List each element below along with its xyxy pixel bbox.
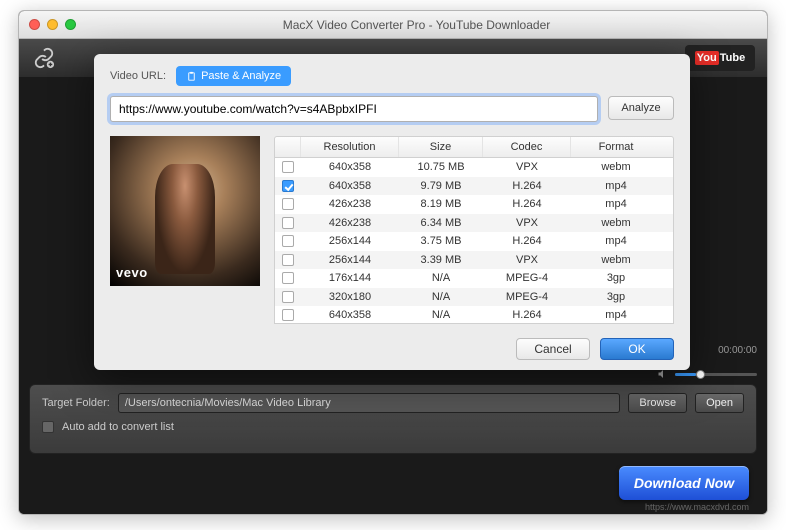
cell-format: 3gp	[571, 270, 661, 286]
add-link-icon[interactable]	[31, 45, 57, 71]
header-resolution: Resolution	[301, 137, 399, 157]
analyze-button[interactable]: Analyze	[608, 96, 674, 120]
video-thumbnail: vevo	[110, 136, 260, 286]
window-controls	[29, 19, 76, 30]
download-options-panel: Target Folder: Browse Open Auto add to c…	[29, 384, 757, 454]
format-table: Resolution Size Codec Format 640x35810.7…	[274, 136, 674, 324]
row-checkbox[interactable]	[282, 217, 294, 229]
table-row[interactable]: 426x2388.19 MBH.264mp4	[275, 195, 673, 214]
cell-format: mp4	[571, 178, 661, 194]
cell-codec: MPEG-4	[483, 270, 571, 286]
volume-slider[interactable]	[675, 373, 757, 376]
cell-size: 6.34 MB	[399, 215, 483, 231]
row-checkbox[interactable]	[282, 198, 294, 210]
youtube-logo: YouTube	[685, 45, 755, 71]
table-row[interactable]: 176x144N/AMPEG-43gp	[275, 269, 673, 288]
paste-analyze-button[interactable]: Paste & Analyze	[176, 66, 291, 86]
title-bar: MacX Video Converter Pro - YouTube Downl…	[19, 11, 767, 39]
row-checkbox[interactable]	[282, 180, 294, 192]
header-size: Size	[399, 137, 483, 157]
minimize-window-button[interactable]	[47, 19, 58, 30]
cell-resolution: 320x180	[301, 289, 399, 305]
header-format: Format	[571, 137, 661, 157]
ok-button[interactable]: OK	[600, 338, 674, 360]
row-checkbox[interactable]	[282, 254, 294, 266]
cell-size: 3.75 MB	[399, 233, 483, 249]
video-url-label: Video URL:	[110, 70, 166, 82]
auto-add-checkbox[interactable]	[42, 421, 54, 433]
cell-format: mp4	[571, 233, 661, 249]
target-folder-label: Target Folder:	[42, 397, 110, 409]
table-header: Resolution Size Codec Format	[274, 136, 674, 158]
cell-size: 8.19 MB	[399, 196, 483, 212]
open-button[interactable]: Open	[695, 393, 744, 413]
cell-size: 9.79 MB	[399, 178, 483, 194]
cell-size: 10.75 MB	[399, 159, 483, 175]
clipboard-icon	[186, 71, 197, 82]
table-row[interactable]: 426x2386.34 MBVPXwebm	[275, 214, 673, 233]
cell-resolution: 640x358	[301, 307, 399, 323]
browse-button[interactable]: Browse	[628, 393, 687, 413]
cell-format: mp4	[571, 307, 661, 323]
vevo-watermark: vevo	[116, 265, 148, 280]
cell-size: N/A	[399, 289, 483, 305]
cell-size: N/A	[399, 307, 483, 323]
row-checkbox[interactable]	[282, 235, 294, 247]
cell-size: N/A	[399, 270, 483, 286]
cell-format: 3gp	[571, 289, 661, 305]
cell-format: webm	[571, 159, 661, 175]
cell-resolution: 640x358	[301, 178, 399, 194]
table-row[interactable]: 640x3589.79 MBH.264mp4	[275, 177, 673, 196]
analyze-dialog: Video URL: Paste & Analyze Analyze vevo …	[94, 54, 690, 370]
table-row[interactable]: 256x1443.75 MBH.264mp4	[275, 232, 673, 251]
video-url-input[interactable]	[110, 96, 598, 122]
row-checkbox[interactable]	[282, 291, 294, 303]
row-checkbox[interactable]	[282, 272, 294, 284]
target-folder-field[interactable]	[118, 393, 621, 413]
cell-codec: MPEG-4	[483, 289, 571, 305]
table-row[interactable]: 640x358N/AH.264mp4	[275, 306, 673, 324]
table-row[interactable]: 256x1443.39 MBVPXwebm	[275, 251, 673, 270]
cell-resolution: 426x238	[301, 215, 399, 231]
close-window-button[interactable]	[29, 19, 40, 30]
cell-resolution: 176x144	[301, 270, 399, 286]
cell-format: webm	[571, 252, 661, 268]
table-row[interactable]: 320x180N/AMPEG-43gp	[275, 288, 673, 307]
table-row[interactable]: 640x35810.75 MBVPXwebm	[275, 158, 673, 177]
cell-codec: VPX	[483, 159, 571, 175]
cell-codec: H.264	[483, 178, 571, 194]
cell-resolution: 640x358	[301, 159, 399, 175]
header-codec: Codec	[483, 137, 571, 157]
download-now-button[interactable]: Download Now	[619, 466, 749, 500]
cell-codec: VPX	[483, 215, 571, 231]
row-checkbox[interactable]	[282, 161, 294, 173]
cell-format: mp4	[571, 196, 661, 212]
footer-url: https://www.macxdvd.com	[645, 502, 749, 512]
cell-codec: H.264	[483, 196, 571, 212]
cell-codec: VPX	[483, 252, 571, 268]
window-title: MacX Video Converter Pro - YouTube Downl…	[76, 18, 757, 32]
cell-codec: H.264	[483, 233, 571, 249]
zoom-window-button[interactable]	[65, 19, 76, 30]
cell-size: 3.39 MB	[399, 252, 483, 268]
cell-resolution: 256x144	[301, 233, 399, 249]
cell-resolution: 426x238	[301, 196, 399, 212]
table-body: 640x35810.75 MBVPXwebm640x3589.79 MBH.26…	[274, 158, 674, 324]
cell-resolution: 256x144	[301, 252, 399, 268]
cancel-button[interactable]: Cancel	[516, 338, 590, 360]
auto-add-label: Auto add to convert list	[62, 421, 174, 433]
cell-codec: H.264	[483, 307, 571, 323]
cell-format: webm	[571, 215, 661, 231]
row-checkbox[interactable]	[282, 309, 294, 321]
